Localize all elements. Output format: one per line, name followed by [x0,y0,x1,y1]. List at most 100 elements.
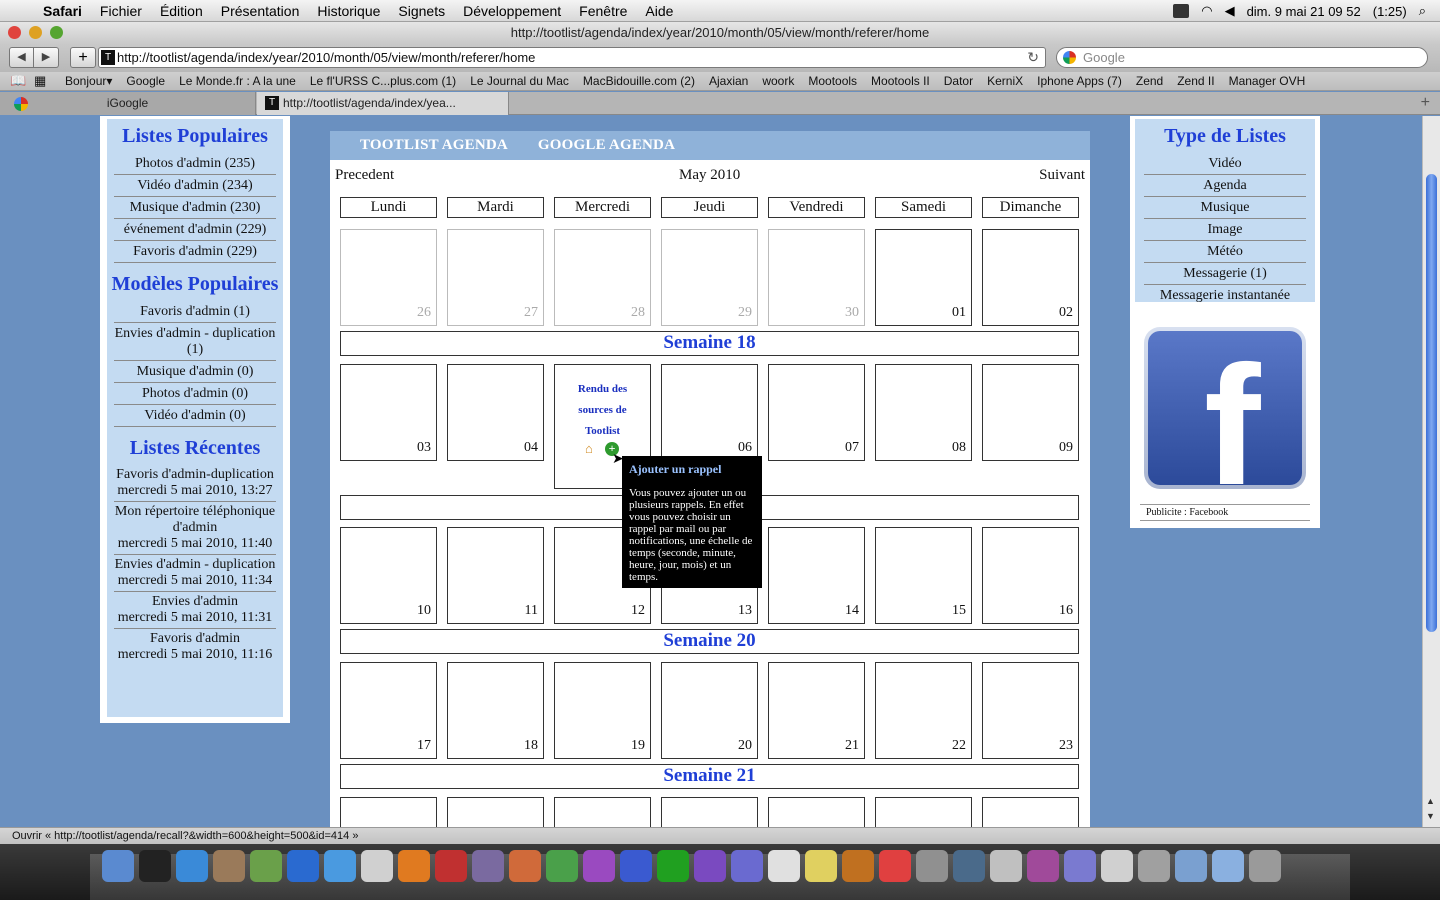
calendar-day-cell[interactable]: 23 [982,662,1079,759]
bookmark-item[interactable]: Le fl'URSS C...plus.com (1) [303,74,463,88]
menu-file[interactable]: Fichier [91,3,151,19]
tab-agenda[interactable]: T http://tootlist/agenda/index/yea... [257,92,509,115]
menu-window[interactable]: Fenêtre [570,3,636,19]
dock-app-icon[interactable] [287,850,319,882]
top-sites-icon[interactable]: ▦ [34,73,50,89]
battery-label[interactable]: (1:25) [1373,4,1407,19]
calendar-day-cell[interactable]: 27 [447,229,544,326]
dock-app-icon[interactable] [1138,850,1170,882]
dock-app-icon[interactable] [213,850,245,882]
calendar-day-cell[interactable]: 16 [982,527,1079,624]
calendar-day-cell[interactable]: 14 [768,527,865,624]
scrollbar-thumb[interactable] [1426,174,1437,632]
calendar-day-cell[interactable]: 22 [875,662,972,759]
dock-app-icon[interactable] [879,850,911,882]
dock-app-icon[interactable] [1249,850,1281,882]
menu-history[interactable]: Historique [308,3,389,19]
recent-list-item[interactable]: Favoris d'admin mercredi 5 mai 2010, 11:… [114,629,276,665]
volume-icon[interactable]: ◀ [1225,3,1235,19]
dock-app-icon[interactable] [731,850,763,882]
bookmark-item[interactable]: Zend [1129,74,1170,88]
menu-edit[interactable]: Édition [151,3,212,19]
dock-app-icon[interactable] [509,850,541,882]
recent-list-item[interactable]: Envies d'admin - duplication mercredi 5 … [114,555,276,592]
bookmark-item[interactable]: Zend II [1170,74,1221,88]
facebook-ad[interactable]: f [1144,327,1306,489]
wifi-icon[interactable]: ◠ [1201,3,1212,19]
dock-app-icon[interactable] [546,850,578,882]
calendar-event[interactable]: Rendu des sources de Tootlist [555,379,650,442]
close-window-icon[interactable] [8,26,21,39]
calendar-day-cell[interactable]: 19 [554,662,651,759]
bookmark-item[interactable]: Ajaxian [702,74,755,88]
list-type-item[interactable]: Image [1144,219,1306,241]
calendar-day-cell[interactable]: 10 [340,527,437,624]
recent-list-item[interactable]: Mon répertoire téléphonique d'admin merc… [114,502,276,555]
scroll-down-icon[interactable]: ▼ [1426,811,1435,821]
bookmark-item[interactable]: Bonjour▾ [58,74,119,88]
calendar-day-cell[interactable]: 11 [447,527,544,624]
bookmark-item[interactable]: Le Monde.fr : A la une [172,74,303,88]
google-agenda-link[interactable]: GOOGLE AGENDA [538,137,675,154]
calendar-day-cell[interactable]: 26 [340,229,437,326]
bookmark-item[interactable]: Dator [937,74,980,88]
dock-app-icon[interactable] [324,850,356,882]
reload-icon[interactable]: ↻ [1027,48,1039,67]
dock-app-icon[interactable] [361,850,393,882]
menu-bookmarks[interactable]: Signets [389,3,454,19]
popular-list-item[interactable]: Favoris d'admin (229) [114,241,276,263]
spotlight-icon[interactable]: ⌕ [1419,3,1426,19]
calendar-day-cell[interactable] [982,797,1079,827]
dock-app-icon[interactable] [842,850,874,882]
dock-app-icon[interactable] [768,850,800,882]
menu-app[interactable]: Safari [34,3,91,19]
popular-list-item[interactable]: Vidéo d'admin (234) [114,175,276,197]
popular-model-item[interactable]: Favoris d'admin (1) [114,301,276,323]
dock-app-icon[interactable] [1064,850,1096,882]
calendar-day-cell[interactable]: 06 [661,364,758,461]
forward-button[interactable]: ▶ [34,47,59,68]
popular-model-item[interactable]: Envies d'admin - duplication (1) [114,323,276,361]
dock-app-icon[interactable] [398,850,430,882]
dock-app-icon[interactable] [435,850,467,882]
popular-model-item[interactable]: Photos d'admin (0) [114,383,276,405]
bookmark-item[interactable]: Le Journal du Mac [463,74,576,88]
add-bookmark-button[interactable]: + [70,47,96,68]
reading-list-icon[interactable]: 📖 [10,73,26,89]
zoom-window-icon[interactable] [50,26,63,39]
dock-app-icon[interactable] [805,850,837,882]
bookmark-item[interactable]: Manager OVH [1222,74,1313,88]
calendar-day-cell[interactable]: 09 [982,364,1079,461]
dock-app-icon[interactable] [1175,850,1207,882]
search-field[interactable]: Google [1056,47,1428,68]
clock-label[interactable]: dim. 9 mai 21 09 52 [1247,4,1361,19]
dock-app-icon[interactable] [472,850,504,882]
list-type-item[interactable]: Vidéo [1144,153,1306,175]
status-icon[interactable] [1173,4,1190,18]
calendar-day-cell[interactable]: 20 [661,662,758,759]
dock-app-icon[interactable] [694,850,726,882]
calendar-day-cell[interactable] [768,797,865,827]
address-bar[interactable]: T http://tootlist/agenda/index/year/2010… [98,47,1046,68]
bookmark-item[interactable]: Google [119,74,172,88]
previous-month-link[interactable]: Precedent [335,167,394,184]
menu-help[interactable]: Aide [636,3,682,19]
calendar-day-cell[interactable]: 29 [661,229,758,326]
tab-igoogle[interactable]: iGoogle [0,92,256,115]
popular-list-item[interactable]: Photos d'admin (235) [114,153,276,175]
scroll-up-icon[interactable]: ▲ [1426,796,1435,806]
calendar-day-cell[interactable]: 02 [982,229,1079,326]
popular-model-item[interactable]: Vidéo d'admin (0) [114,405,276,427]
list-type-item[interactable]: Messagerie instantanée [1144,285,1306,306]
dock-app-icon[interactable] [620,850,652,882]
recent-list-item[interactable]: Envies d'admin mercredi 5 mai 2010, 11:3… [114,592,276,629]
list-type-item[interactable]: Météo [1144,241,1306,263]
bookmark-item[interactable]: woork [755,74,801,88]
page-scrollbar[interactable]: ▲ ▼ [1422,116,1440,827]
bookmark-item[interactable]: Iphone Apps (7) [1030,74,1129,88]
home-icon[interactable]: ⌂ [585,442,599,455]
calendar-day-cell[interactable]: 21 [768,662,865,759]
calendar-day-cell[interactable] [554,797,651,827]
minimize-window-icon[interactable] [29,26,42,39]
calendar-day-cell[interactable]: 01 [875,229,972,326]
